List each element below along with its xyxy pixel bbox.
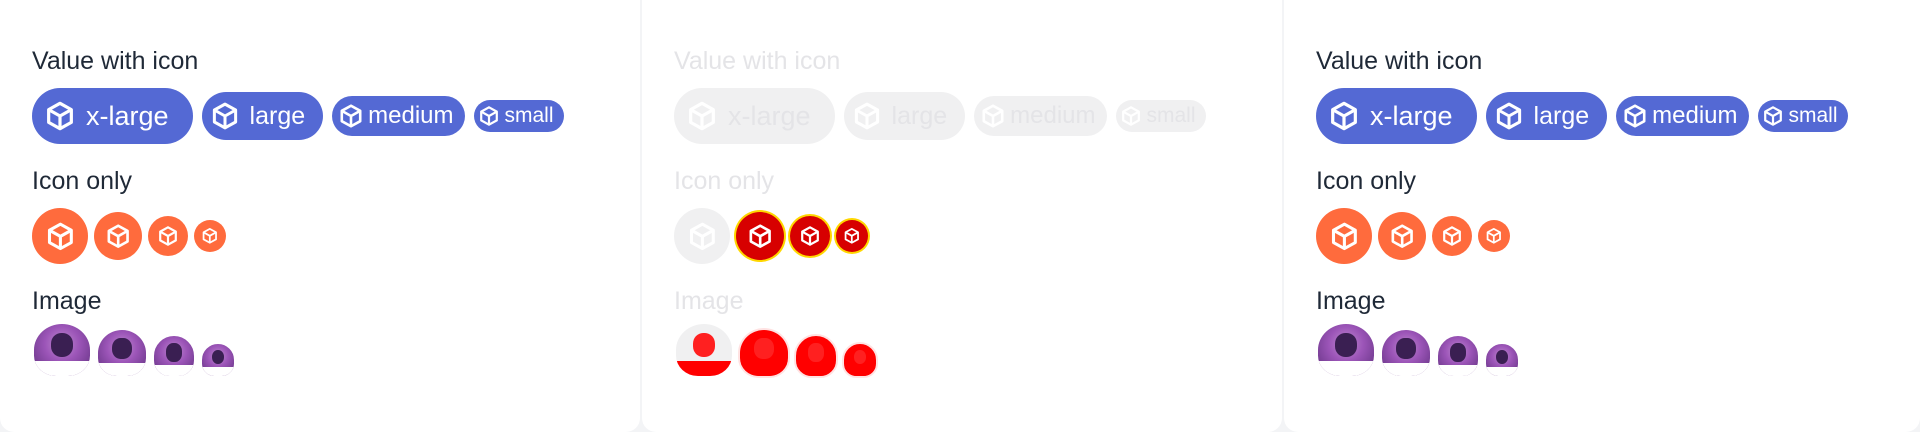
cube-icon [1441, 225, 1463, 247]
avatar-large [738, 328, 790, 378]
cube-icon [105, 223, 131, 249]
chip-small: small [1116, 100, 1206, 132]
cube-icon [1329, 221, 1360, 252]
cube-icon [1120, 105, 1142, 127]
chip-label: small [1788, 104, 1838, 127]
section-heading-value-with-icon: Value with icon [32, 47, 199, 75]
icon-chip-small [836, 220, 868, 252]
chip-x-large: x-large [674, 88, 835, 144]
cube-icon [747, 223, 773, 249]
cube-icon [210, 101, 240, 131]
cube-icon [478, 105, 500, 127]
avatar-medium [794, 334, 838, 378]
chip-medium: medium [974, 96, 1108, 136]
chip-label: large [1533, 101, 1590, 130]
icon-chip-small[interactable] [194, 220, 226, 252]
chip-label: medium [368, 102, 454, 129]
chip-large[interactable]: large [1485, 92, 1608, 140]
section-heading-image: Image [32, 287, 102, 315]
avatar-large[interactable] [1380, 328, 1432, 378]
chip-label: medium [1010, 102, 1096, 129]
cube-icon [1485, 227, 1503, 245]
avatar-large[interactable] [96, 328, 148, 378]
chip-x-large[interactable]: x-large [1316, 88, 1477, 144]
icon-only-row [1316, 208, 1920, 264]
cube-icon [157, 225, 179, 247]
chip-small[interactable]: small [474, 100, 564, 132]
panel-alt: Value with icon x-large large medium sma… [1284, 0, 1920, 432]
cube-icon [852, 101, 882, 131]
chip-large: large [843, 92, 966, 140]
icon-chip-x-large [674, 208, 730, 264]
icon-chip-large [736, 212, 784, 260]
cube-icon [44, 100, 76, 132]
chip-small[interactable]: small [1758, 100, 1848, 132]
avatar-medium[interactable] [152, 334, 196, 378]
section-heading-image: Image [1316, 287, 1386, 315]
avatar-small[interactable] [1484, 342, 1520, 378]
cube-icon [686, 100, 718, 132]
icon-only-row [32, 208, 640, 264]
avatar-x-large [674, 322, 734, 378]
cube-icon [1494, 101, 1524, 131]
cube-icon [1622, 103, 1648, 129]
icon-only-row [674, 208, 1282, 264]
avatar-x-large[interactable] [32, 322, 92, 378]
cube-icon [45, 221, 76, 252]
section-heading-image: Image [674, 287, 744, 315]
cube-icon [1762, 105, 1784, 127]
section-heading-value-with-icon: Value with icon [1316, 47, 1483, 75]
chip-label: x-large [86, 100, 169, 131]
cube-icon [980, 103, 1006, 129]
panel-disabled: Value with icon x-large large medium sma… [642, 0, 1282, 432]
section-heading-icon-only: Icon only [674, 167, 775, 195]
section-heading-icon-only: Icon only [32, 167, 133, 195]
avatar-x-large[interactable] [1316, 322, 1376, 378]
section-heading-value-with-icon: Value with icon [674, 47, 841, 75]
chip-label: x-large [1370, 100, 1453, 131]
chip-row: x-large large medium small [1316, 88, 1920, 144]
chip-label: small [1146, 104, 1196, 127]
image-row [674, 322, 1282, 378]
icon-chip-small[interactable] [1478, 220, 1510, 252]
cube-icon [843, 227, 861, 245]
cube-icon [338, 103, 364, 129]
chip-medium[interactable]: medium [332, 96, 466, 136]
icon-chip-medium[interactable] [148, 216, 188, 256]
cube-icon [201, 227, 219, 245]
chip-label: small [504, 104, 554, 127]
icon-chip-medium [790, 216, 830, 256]
avatar-small[interactable] [200, 342, 236, 378]
icon-chip-medium[interactable] [1432, 216, 1472, 256]
chip-medium[interactable]: medium [1616, 96, 1750, 136]
panel-default: Value with icon x-large large medium sma… [0, 0, 640, 432]
cube-icon [687, 221, 718, 252]
cube-icon [1328, 100, 1360, 132]
section-heading-icon-only: Icon only [1316, 167, 1417, 195]
chip-label: large [249, 101, 306, 130]
image-row [32, 322, 640, 378]
chip-label: x-large [728, 100, 811, 131]
chip-row: x-large large medium small [32, 88, 640, 144]
image-row [1316, 322, 1920, 378]
icon-chip-large[interactable] [94, 212, 142, 260]
cube-icon [1389, 223, 1415, 249]
chip-x-large[interactable]: x-large [32, 88, 193, 144]
chip-label: medium [1652, 102, 1738, 129]
avatar-small [842, 342, 878, 378]
chip-label: large [891, 101, 948, 130]
icon-chip-large[interactable] [1378, 212, 1426, 260]
icon-chip-x-large[interactable] [32, 208, 88, 264]
chip-row: x-large large medium small [674, 88, 1282, 144]
avatar-medium[interactable] [1436, 334, 1480, 378]
chip-large[interactable]: large [201, 92, 324, 140]
cube-icon [799, 225, 821, 247]
icon-chip-x-large[interactable] [1316, 208, 1372, 264]
